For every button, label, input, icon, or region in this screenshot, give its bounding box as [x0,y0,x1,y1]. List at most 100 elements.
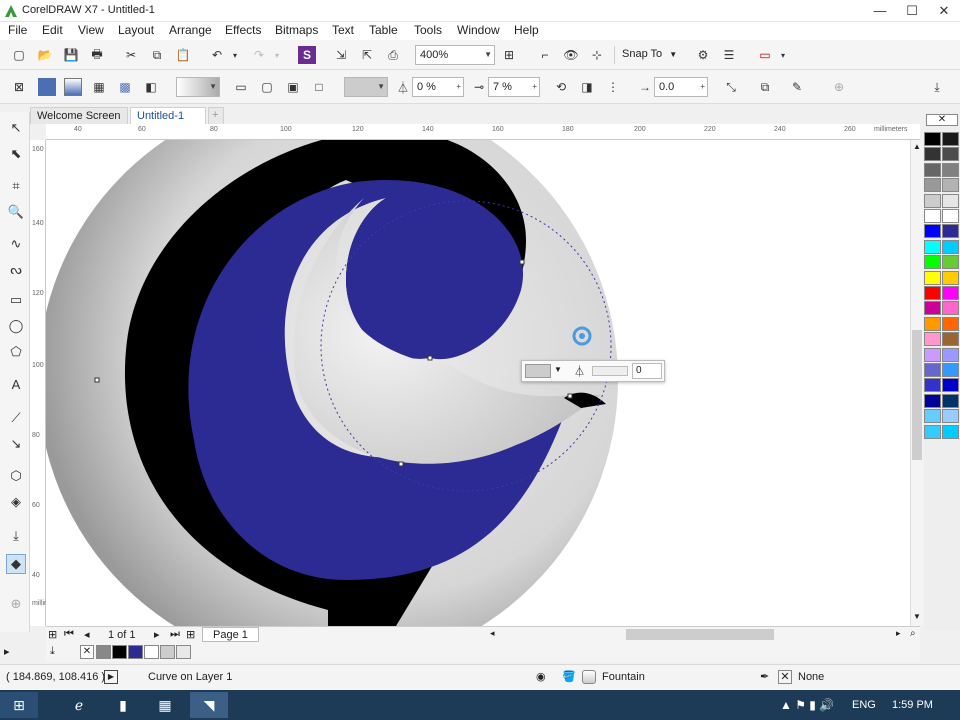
acceleration-icon[interactable]: ⋮ [604,78,622,96]
undo-icon[interactable]: ↶ [208,46,226,64]
palette-swatch[interactable] [942,147,959,162]
palette-swatch[interactable] [924,332,941,347]
cut-icon[interactable]: ✂ [122,46,140,64]
doc-no-color-swatch[interactable]: ✕ [80,645,94,659]
palette-swatch[interactable] [942,193,959,208]
next-page-icon[interactable]: ▸ [154,628,160,641]
drawing-canvas[interactable] [46,140,910,626]
ie-icon[interactable]: ℯ [60,692,98,718]
menu-view[interactable]: View [78,23,104,37]
node-handle[interactable] [519,259,525,265]
undo-dropdown-icon[interactable]: ▾ [226,46,244,64]
open-icon[interactable]: 📂 [36,46,54,64]
vertical-scrollbar[interactable]: ▲ ▼ [910,140,923,626]
add-page-icon[interactable]: ⊞ [48,628,57,641]
publish-pdf-icon[interactable]: ⎙ [384,46,402,64]
menu-text[interactable]: Text [332,23,354,37]
doc-palette-swatch[interactable] [112,645,127,659]
app-icon[interactable]: ▦ [146,692,184,718]
launch-icon[interactable]: ▭ [756,46,774,64]
palette-swatch[interactable] [942,209,959,223]
copy-transparency-icon[interactable]: ⧉ [756,78,774,96]
new-document-icon[interactable]: ▢ [10,46,28,64]
close-button[interactable]: ✕ [928,0,960,22]
palette-swatch[interactable] [942,178,959,193]
color-proof-icon[interactable]: ◉ [536,670,546,683]
conical-fountain-icon[interactable]: ▣ [284,78,302,96]
zoom-level-combo[interactable]: 400% ▼ [415,45,495,65]
show-rulers-icon[interactable]: ⌐ [536,46,554,64]
doc-palette-swatch[interactable] [128,645,143,659]
elliptical-fountain-icon[interactable]: ▢ [258,78,276,96]
text-tool-icon[interactable]: A [6,374,26,394]
node-color-combo[interactable]: ▼ [344,77,388,97]
language-indicator[interactable]: ENG [852,699,876,711]
palette-swatch[interactable] [924,255,941,270]
palette-swatch[interactable] [924,224,941,239]
menu-edit[interactable]: Edit [42,23,63,37]
guidelines-icon[interactable]: ⊹ [588,46,606,64]
edit-transparency-icon[interactable]: ✎ [788,78,806,96]
clock[interactable]: 1:59 PM [892,699,933,711]
maximize-button[interactable]: ☐ [896,0,928,22]
node-handle[interactable] [398,461,404,467]
palette-swatch[interactable] [924,162,941,177]
rectangle-tool-icon[interactable]: ▭ [6,290,26,310]
add-page-after-icon[interactable]: ⊞ [186,628,195,641]
bitmap-pattern-transparency-icon[interactable]: ▩ [116,78,134,96]
polygon-tool-icon[interactable]: ⬠ [6,342,26,362]
doc-palette-swatch[interactable] [96,645,111,659]
palette-swatch[interactable] [942,239,959,254]
menu-bitmaps[interactable]: Bitmaps [275,23,318,37]
menu-arrange[interactable]: Arrange [169,23,212,37]
transparency-value-field[interactable]: 0 [632,363,662,379]
vertical-scroll-thumb[interactable] [912,330,922,460]
play-icon[interactable]: ▶ [104,670,118,684]
palette-swatch[interactable] [942,424,959,439]
blend-tool-icon[interactable]: ⬡ [6,466,26,486]
menu-tools[interactable]: Tools [414,23,442,37]
add-tool-icon[interactable]: ⊕ [6,594,26,614]
palette-swatch[interactable] [942,301,959,316]
coreldraw-task-icon[interactable]: ◥ [190,692,228,718]
palette-swatch[interactable] [942,255,959,270]
doc-palette-swatch[interactable] [144,645,159,659]
palette-swatch[interactable] [942,332,959,347]
paste-icon[interactable]: 📋 [174,46,192,64]
copy-icon[interactable]: ⧉ [148,46,166,64]
transparency-tool-icon[interactable]: ◈ [6,492,26,512]
scroll-left-icon[interactable]: ◂ [490,628,495,639]
last-page-icon[interactable]: ⏭ [170,628,180,641]
artwork[interactable] [46,140,910,626]
no-transparency-icon[interactable]: ⊠ [10,78,28,96]
palette-swatch[interactable] [942,409,959,424]
export-icon[interactable]: ⇱ [358,46,376,64]
node-handle[interactable] [427,355,433,361]
palette-swatch[interactable] [924,239,941,254]
artistic-media-tool-icon[interactable]: ᔓ [6,260,26,280]
redo-icon[interactable]: ↷ [250,46,268,64]
linear-fountain-icon[interactable]: ▭ [232,78,250,96]
snap-to-button[interactable]: Snap To ▼ [622,48,677,60]
options-icon[interactable]: ⚙ [694,46,712,64]
palette-swatch[interactable] [924,147,941,162]
fountain-transparency-icon[interactable] [64,78,82,96]
ellipse-tool-icon[interactable]: ◯ [6,316,26,336]
node-handle[interactable] [567,393,573,399]
palette-swatch[interactable] [924,378,941,393]
fill-bucket-icon[interactable]: 🪣 [562,670,576,683]
scroll-up-icon[interactable]: ▲ [913,142,921,151]
chevron-down-icon[interactable]: ▾ [774,46,792,64]
horizontal-ruler[interactable]: 40 60 80 100 120 140 160 180 200 220 240… [46,124,920,140]
add-tab-button[interactable]: + [208,107,224,124]
minimize-button[interactable]: — [864,0,896,22]
scroll-down-icon[interactable]: ▼ [913,612,921,621]
palette-swatch[interactable] [924,209,941,223]
node-transparency-field[interactable]: 0 % + [412,77,464,97]
palette-swatch[interactable] [942,363,959,377]
import-icon[interactable]: ⇲ [332,46,350,64]
palette-swatch[interactable] [924,301,941,316]
reverse-fountain-icon[interactable]: ⟲ [552,78,570,96]
acceleration-field[interactable]: 0.0 + [654,77,708,97]
vertical-ruler[interactable]: 160 140 120 100 80 60 40 millimeters [30,140,65,626]
